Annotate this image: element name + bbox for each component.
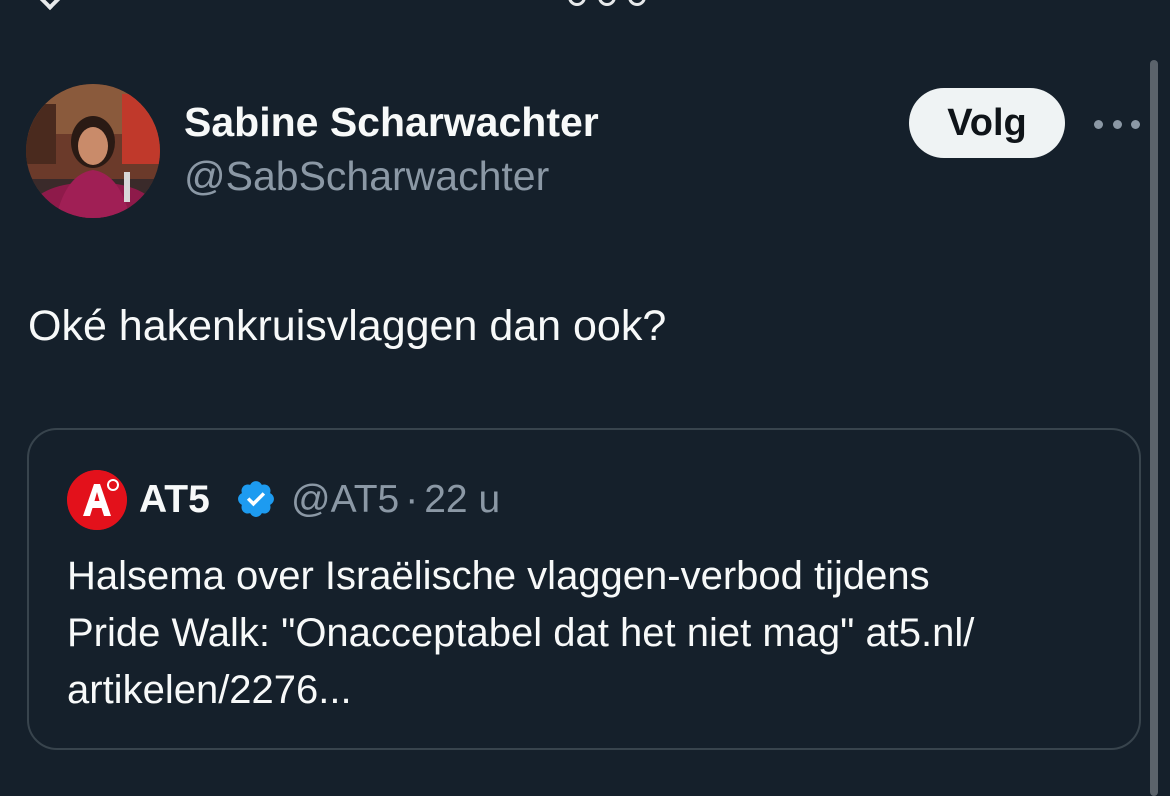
quoted-handle[interactable]: @AT5: [291, 478, 399, 521]
more-horizontal-icon[interactable]: [1094, 112, 1140, 136]
quoted-handle-and-time: @AT5 · 22 u: [291, 478, 500, 522]
quoted-timestamp[interactable]: 22 u: [424, 478, 500, 521]
follow-button[interactable]: Volg: [909, 88, 1065, 158]
quoted-text-line: artikelen/2276...: [67, 668, 352, 712]
scrollbar[interactable]: [1150, 60, 1158, 796]
author-name[interactable]: Sabine Scharwachter: [184, 99, 599, 146]
tweet-text: Oké hakenkruisvlaggen dan ook?: [28, 302, 667, 350]
header-dots-icon: [568, 0, 646, 6]
meta-separator: ·: [405, 478, 419, 521]
avatar[interactable]: [26, 84, 160, 218]
quoted-tweet-text: Halsema over Israëlische vlaggen-verbod …: [67, 548, 1117, 719]
quoted-tweet-card[interactable]: AT5 @AT5 · 22 u Halsema over Israëlische v…: [27, 428, 1141, 750]
back-icon[interactable]: [35, 0, 65, 11]
quoted-text-line: Pride Walk: "Onacceptabel dat het niet m…: [67, 611, 975, 655]
verified-badge-icon: [235, 478, 277, 520]
quoted-text-line: Halsema over Israëlische vlaggen-verbod …: [67, 554, 930, 598]
author-handle[interactable]: @SabScharwachter: [184, 153, 549, 200]
at5-logo-icon[interactable]: [67, 470, 127, 530]
quoted-author-name[interactable]: AT5: [139, 478, 210, 522]
top-bar-fragment: [0, 0, 1170, 11]
